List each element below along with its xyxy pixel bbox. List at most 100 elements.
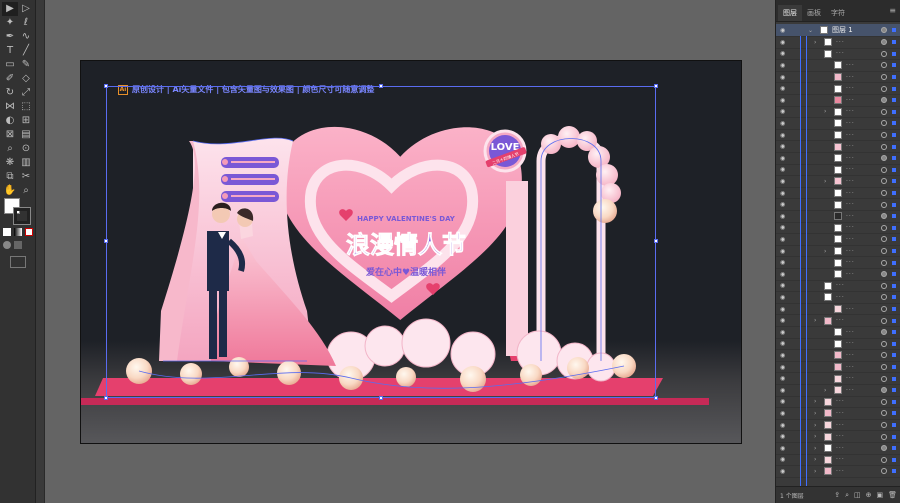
layer-row[interactable]: ◉ ··· <box>776 72 900 84</box>
resize-handle-top[interactable] <box>379 84 383 88</box>
shaper-tool[interactable]: ✐ <box>2 72 18 86</box>
target-icon[interactable] <box>881 236 887 243</box>
magic-wand-tool[interactable]: ✦ <box>2 16 18 30</box>
eye-icon[interactable]: ◉ <box>780 375 785 382</box>
expand-arrow-icon[interactable]: › <box>814 422 817 429</box>
target-icon[interactable] <box>881 224 887 231</box>
eye-icon[interactable]: ◉ <box>780 120 785 127</box>
eye-icon[interactable]: ◉ <box>780 271 785 278</box>
selection-indicator[interactable] <box>892 272 896 277</box>
shape-builder-tool[interactable]: ◐ <box>2 114 18 128</box>
selection-indicator[interactable] <box>892 121 896 126</box>
target-icon[interactable] <box>881 85 887 92</box>
target-icon[interactable] <box>881 108 887 115</box>
layer-row-top[interactable]: ◉ ⌄ 图层 1 <box>776 24 900 37</box>
layer-row[interactable]: ◉ ··· <box>776 130 900 142</box>
layer-row[interactable]: ◉ › ··· <box>776 397 900 409</box>
target-icon[interactable] <box>881 456 887 463</box>
layer-row[interactable]: ◉ ··· <box>776 257 900 269</box>
layer-row[interactable]: ◉ › ··· <box>776 176 900 188</box>
selection-indicator[interactable] <box>892 75 896 80</box>
eye-icon[interactable]: ◉ <box>780 248 785 255</box>
layer-list[interactable]: ◉ ⌄ 图层 1 ◉ › ··· ◉ ··· ◉ ··· ◉ ··· ◉ ··· ◉ ··· ◉ › ··· ◉… <box>776 24 900 486</box>
eye-icon[interactable]: ◉ <box>780 410 785 417</box>
selection-indicator[interactable] <box>892 167 896 172</box>
artboard[interactable]: LOVE 二月十四情人节 HAPPY VALENTINE'S DAY 浪漫情人节… <box>80 60 742 444</box>
expand-arrow-icon[interactable]: › <box>814 456 817 463</box>
resize-handle-top-left[interactable] <box>104 84 108 88</box>
new-sublayer-icon[interactable]: ⊕ <box>866 491 872 500</box>
eye-icon[interactable]: ◉ <box>780 190 785 197</box>
selection-indicator[interactable] <box>892 283 896 288</box>
layer-row[interactable]: ◉ ··· <box>776 188 900 200</box>
target-icon[interactable] <box>881 132 887 139</box>
selection-bounding-box[interactable] <box>104 84 658 400</box>
mesh-tool[interactable]: ⊠ <box>2 128 18 142</box>
eye-icon[interactable]: ◉ <box>780 27 785 34</box>
eye-icon[interactable]: ◉ <box>780 468 785 475</box>
layer-row[interactable]: ◉ › ··· <box>776 385 900 397</box>
slice-tool[interactable]: ✂ <box>18 170 34 184</box>
layer-row[interactable]: ◉ › ··· <box>776 246 900 258</box>
rotate-tool[interactable]: ↻ <box>2 86 18 100</box>
eye-icon[interactable]: ◉ <box>780 50 785 57</box>
layer-row[interactable]: ◉ ··· <box>776 339 900 351</box>
eye-icon[interactable]: ◉ <box>780 306 785 313</box>
selection-indicator[interactable] <box>892 191 896 196</box>
resize-handle-bottom-right[interactable] <box>654 396 658 400</box>
eye-icon[interactable]: ◉ <box>780 155 785 162</box>
selection-indicator[interactable] <box>892 237 896 242</box>
layer-row[interactable]: ◉ › ··· <box>776 466 900 478</box>
lasso-tool[interactable]: ℓ <box>18 16 34 30</box>
selection-indicator[interactable] <box>892 365 896 370</box>
eye-icon[interactable]: ◉ <box>780 236 785 243</box>
eye-icon[interactable]: ◉ <box>780 433 785 440</box>
target-icon[interactable] <box>881 364 887 371</box>
zoom-tool[interactable]: ⌕ <box>18 184 34 198</box>
eye-icon[interactable]: ◉ <box>780 178 785 185</box>
target-icon[interactable] <box>881 433 887 440</box>
selection-indicator[interactable] <box>892 249 896 254</box>
expand-arrow-icon[interactable]: ⌄ <box>808 27 814 34</box>
eye-icon[interactable]: ◉ <box>780 282 785 289</box>
search-icon[interactable]: ⌕ <box>845 491 849 500</box>
eye-icon[interactable]: ◉ <box>780 352 785 359</box>
expand-arrow-icon[interactable]: › <box>814 317 817 324</box>
blend-tool[interactable]: ⊙ <box>18 142 34 156</box>
target-icon[interactable] <box>881 468 887 475</box>
stroke-swatch[interactable] <box>13 207 31 225</box>
selection-indicator[interactable] <box>892 51 896 56</box>
target-icon[interactable] <box>881 387 887 394</box>
selection-indicator[interactable] <box>892 295 896 300</box>
selection-indicator[interactable] <box>892 307 896 312</box>
eye-icon[interactable]: ◉ <box>780 445 785 452</box>
selection-indicator[interactable] <box>892 330 896 335</box>
target-icon[interactable] <box>881 143 887 150</box>
edit-toolbar-icon[interactable] <box>10 256 26 268</box>
target-icon[interactable] <box>881 352 887 359</box>
eye-icon[interactable]: ◉ <box>780 259 785 266</box>
selection-indicator[interactable] <box>892 260 896 265</box>
selection-indicator[interactable] <box>892 434 896 439</box>
selection-tool[interactable]: ▶ <box>2 2 18 16</box>
layer-row[interactable]: ◉ ··· <box>776 292 900 304</box>
layer-row[interactable]: ◉ ··· <box>776 60 900 72</box>
scale-tool[interactable]: ⤢ <box>18 86 34 100</box>
eye-icon[interactable]: ◉ <box>780 39 785 46</box>
artboard-tool[interactable]: ⧉ <box>2 170 18 184</box>
layer-row[interactable]: ◉ ··· <box>776 327 900 339</box>
target-icon[interactable] <box>881 271 887 278</box>
expand-arrow-icon[interactable]: › <box>814 410 817 417</box>
target-icon[interactable] <box>881 375 887 382</box>
expand-arrow-icon[interactable]: › <box>824 387 827 394</box>
target-icon[interactable] <box>881 329 887 336</box>
target-icon[interactable] <box>881 201 887 208</box>
selection-indicator[interactable] <box>892 156 896 161</box>
type-tool[interactable]: T <box>2 44 18 58</box>
selection-indicator[interactable] <box>892 376 896 381</box>
layer-row[interactable]: ◉ ··· <box>776 95 900 107</box>
layer-row[interactable]: ◉ ··· <box>776 211 900 223</box>
eye-icon[interactable]: ◉ <box>780 97 785 104</box>
eye-icon[interactable]: ◉ <box>780 74 785 81</box>
target-icon[interactable] <box>881 178 887 185</box>
